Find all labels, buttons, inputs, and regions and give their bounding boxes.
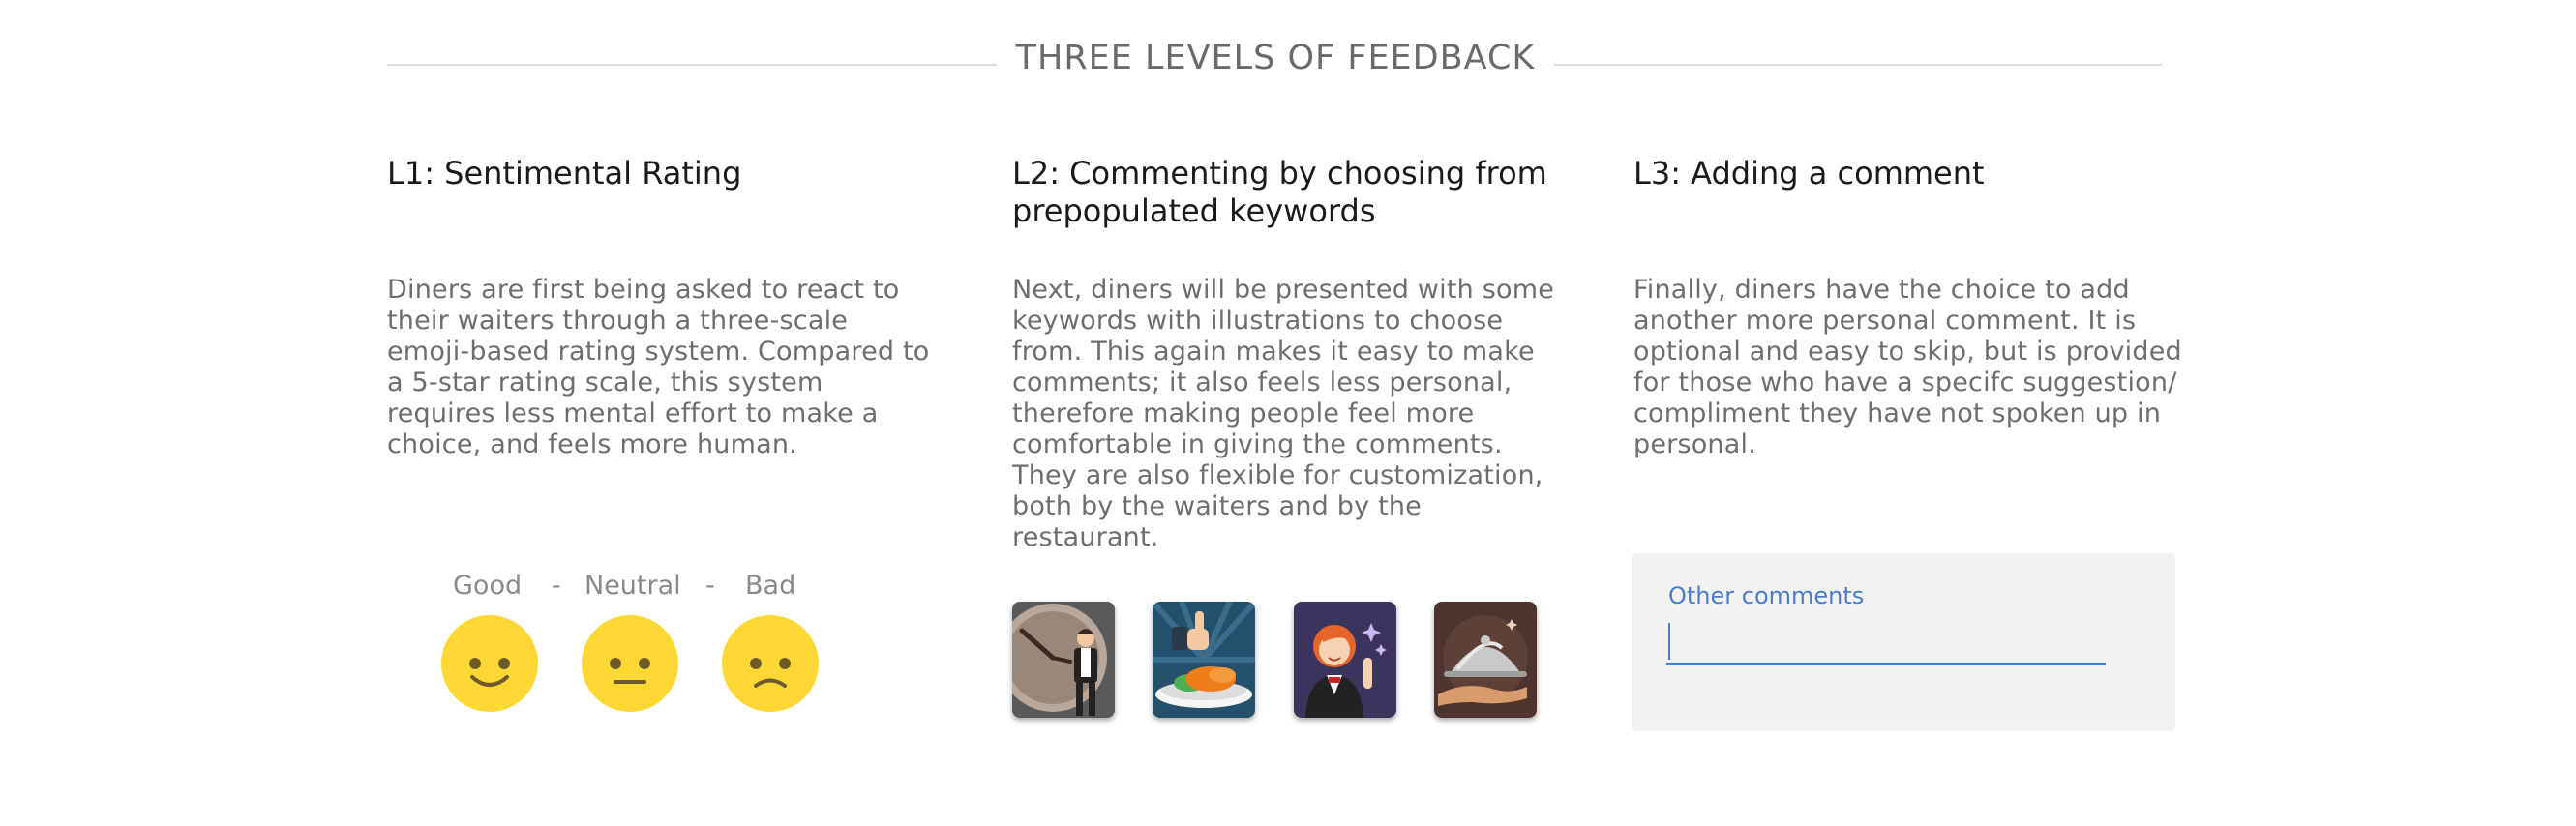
rating-scale-labels: Good - Neutral - Bad (426, 571, 832, 605)
clock-waiter-illustration (1012, 602, 1115, 718)
level-1-description: Diners are first being asked to react to… (387, 275, 930, 459)
text-cursor (1668, 623, 1670, 660)
level-2-description: Next, diners will be presented with some… (1012, 275, 1555, 552)
other-comments-input[interactable] (1666, 617, 2106, 665)
level-3-title: L3: Adding a comment (1633, 155, 1985, 192)
neutral-face (610, 658, 650, 684)
friendly-waitress-icon[interactable] (1294, 602, 1396, 718)
friendly-waitress-illustration (1294, 602, 1396, 718)
level-1-column: L1: Sentimental Rating Diners are first … (387, 155, 939, 459)
neutral-emoji-icon[interactable] (582, 615, 678, 712)
section-header: THREE LEVELS OF FEEDBACK (387, 35, 2162, 93)
header-divider-left (387, 64, 997, 66)
level-3-description: Finally, diners have the choice to add a… (1633, 275, 2182, 459)
section-title: THREE LEVELS OF FEEDBACK (1015, 39, 1536, 77)
smile-emoji-icon[interactable] (441, 615, 538, 712)
rating-label-neutral: Neutral (584, 571, 681, 601)
clock-waiter-icon[interactable] (1012, 602, 1115, 718)
level-2-title: L2: Commenting by choosing from prepopul… (1012, 155, 1547, 229)
thumbs-up-food-illustration (1153, 602, 1255, 718)
rating-label-good: Good (453, 571, 523, 601)
serving-cloche-illustration (1434, 602, 1537, 718)
header-divider-right (1554, 64, 2162, 66)
level-3-column: L3: Adding a comment Finally, diners hav… (1633, 155, 2185, 459)
rating-label-bad: Bad (745, 571, 796, 601)
level-2-column: L2: Commenting by choosing from prepopul… (1012, 155, 1564, 552)
comment-panel: Other comments (1632, 553, 2175, 731)
rating-separator: - (552, 571, 561, 601)
comment-field-label: Other comments (1668, 582, 1865, 609)
thumbs-up-food-icon[interactable] (1153, 602, 1255, 718)
serving-cloche-icon[interactable] (1434, 602, 1537, 718)
sad-emoji-icon[interactable] (722, 615, 819, 712)
smile-face (469, 658, 510, 687)
level-1-title: L1: Sentimental Rating (387, 155, 742, 192)
rating-separator: - (705, 571, 715, 601)
sad-face (750, 658, 791, 688)
